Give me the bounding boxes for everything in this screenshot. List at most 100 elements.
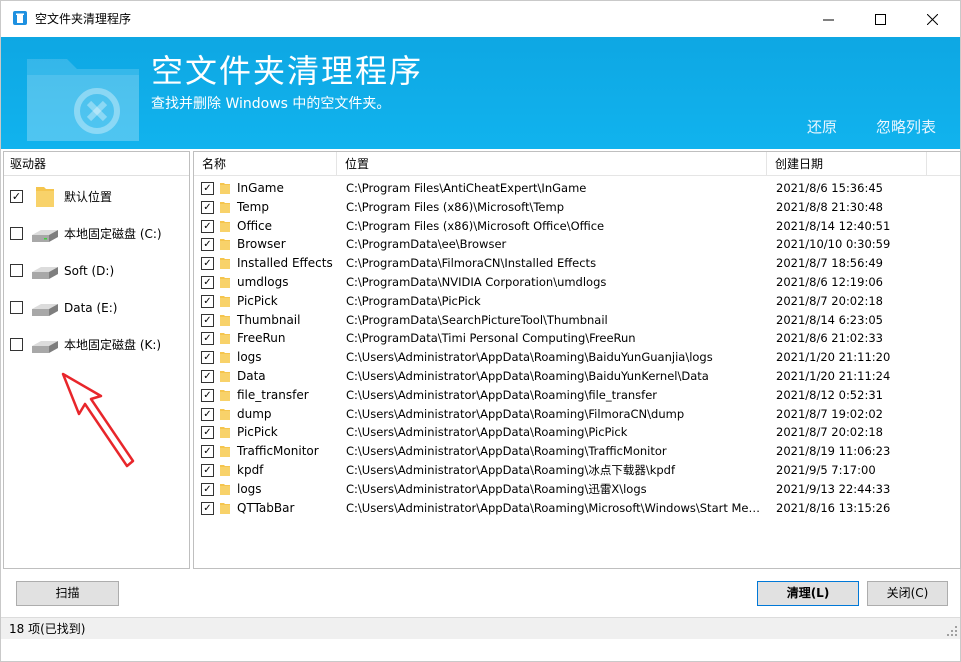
table-row[interactable]: ✓ Data C:\Users\Administrator\AppData\Roam… bbox=[194, 367, 960, 386]
row-path: C:\Program Files\AntiCheatExpert\InGame bbox=[346, 181, 587, 195]
table-row[interactable]: ✓ Installed Effects C:\ProgramData\Filmora… bbox=[194, 254, 960, 273]
row-checkbox[interactable]: ✓ bbox=[201, 501, 214, 515]
column-header-date[interactable]: 创建日期 bbox=[767, 152, 927, 176]
table-row[interactable]: ✓ umdlogs C:\ProgramData\NVIDIA Corporatio… bbox=[194, 273, 960, 292]
clean-button[interactable]: 清理(L) bbox=[757, 581, 859, 606]
table-row[interactable]: ✓ Thumbnail C:\ProgramData\SearchPictureTo… bbox=[194, 311, 960, 330]
drive-label: 默认位置 bbox=[64, 190, 113, 204]
row-date: 2021/8/7 20:02:18 bbox=[776, 425, 883, 440]
row-date: 2021/8/12 0:52:31 bbox=[776, 387, 883, 402]
drive-checkbox[interactable]: ✓ bbox=[10, 190, 23, 203]
row-checkbox[interactable]: ✓ bbox=[201, 482, 214, 496]
row-checkbox[interactable]: ✓ bbox=[201, 370, 214, 383]
drive-item-e[interactable]: Data (E:) bbox=[4, 293, 189, 323]
drive-checkbox[interactable] bbox=[10, 227, 23, 240]
status-bar: 18 项(已找到) bbox=[1, 617, 960, 639]
table-row[interactable]: ✓ logs C:\Users\Administrator\AppData\Roam… bbox=[194, 348, 960, 367]
ignore-list-link[interactable]: 忽略列表 bbox=[876, 117, 936, 137]
table-row[interactable]: ✓ file_transfer C:\Users\Administrator\App… bbox=[194, 386, 960, 405]
drive-checkbox[interactable] bbox=[10, 301, 23, 314]
row-path: C:\ProgramData\SearchPictureTool\Thumbna… bbox=[346, 312, 608, 327]
column-header-name[interactable]: 名称 bbox=[194, 152, 337, 176]
folder-icon bbox=[220, 352, 230, 364]
table-row[interactable]: ✓ FreeRun C:\ProgramData\Timi Personal Com… bbox=[194, 329, 960, 348]
table-row[interactable]: ✓ Temp C:\Program Files (x86)\Microsoft\Te… bbox=[194, 198, 960, 217]
minimize-button[interactable] bbox=[805, 1, 851, 37]
drive-icon bbox=[32, 267, 58, 279]
folder-icon bbox=[220, 408, 230, 420]
row-path: C:\ProgramData\FilmoraCN\Installed Effec… bbox=[346, 256, 597, 271]
row-checkbox[interactable]: ✓ bbox=[201, 388, 214, 402]
row-name: PicPick bbox=[237, 293, 278, 308]
row-checkbox[interactable]: ✓ bbox=[201, 182, 214, 195]
table-row[interactable]: ✓ QTTabBar C:\Users\Administrator\AppData\… bbox=[194, 499, 960, 518]
row-name: Browser bbox=[237, 237, 286, 252]
row-date: 2021/9/5 7:17:00 bbox=[776, 463, 876, 477]
close-window-button[interactable] bbox=[909, 1, 955, 37]
row-checkbox[interactable]: ✓ bbox=[201, 200, 214, 214]
drive-item-default[interactable]: ✓ 默认位置 bbox=[4, 182, 189, 212]
column-header-path[interactable]: 位置 bbox=[337, 152, 767, 176]
empty-folder-delete-icon bbox=[27, 59, 139, 141]
row-date: 2021/8/6 12:19:06 bbox=[776, 275, 883, 289]
maximize-button[interactable] bbox=[857, 1, 903, 37]
row-checkbox[interactable]: ✓ bbox=[201, 257, 214, 271]
row-date: 2021/8/6 21:02:33 bbox=[776, 331, 883, 346]
row-path: C:\Users\Administrator\AppData\Roaming\迅… bbox=[346, 481, 647, 496]
restore-link[interactable]: 还原 bbox=[807, 117, 837, 137]
row-path: C:\Users\Administrator\AppData\Roaming\F… bbox=[346, 406, 685, 421]
size-grip-icon[interactable] bbox=[946, 625, 958, 637]
row-path: C:\Program Files (x86)\Microsoft Office\… bbox=[346, 218, 605, 233]
table-row[interactable]: ✓ PicPick C:\Users\Administrator\AppData\R… bbox=[194, 423, 960, 442]
folder-icon bbox=[220, 258, 230, 270]
folder-icon bbox=[220, 446, 230, 458]
row-path: C:\Users\Administrator\AppData\Roaming\B… bbox=[346, 369, 709, 383]
row-checkbox[interactable]: ✓ bbox=[201, 276, 214, 289]
row-checkbox[interactable]: ✓ bbox=[201, 313, 214, 327]
row-name: kpdf bbox=[237, 463, 264, 477]
folder-icon bbox=[220, 465, 230, 476]
close-button[interactable]: 关闭(C) bbox=[867, 581, 948, 606]
row-path: C:\Users\Administrator\AppData\Roaming\f… bbox=[346, 387, 658, 402]
table-row[interactable]: ✓ logs C:\Users\Administrator\AppData\Roam… bbox=[194, 480, 960, 499]
drive-checkbox[interactable] bbox=[10, 264, 23, 277]
row-checkbox[interactable]: ✓ bbox=[201, 426, 214, 440]
folder-icon bbox=[220, 277, 230, 288]
list-header: 名称 位置 创建日期 bbox=[194, 152, 960, 176]
row-name: Installed Effects bbox=[237, 256, 333, 271]
row-checkbox[interactable]: ✓ bbox=[201, 445, 214, 459]
table-row[interactable]: ✓ TrafficMonitor C:\Users\Administrator\Ap… bbox=[194, 442, 960, 461]
row-checkbox[interactable]: ✓ bbox=[201, 332, 214, 346]
row-path: C:\Users\Administrator\AppData\Roaming\B… bbox=[346, 350, 713, 365]
table-row[interactable]: ✓ dump C:\Users\Administrator\AppData\Roam… bbox=[194, 405, 960, 424]
row-name: Thumbnail bbox=[237, 312, 301, 327]
table-row[interactable]: ✓ Office C:\Program Files (x86)\Microsoft … bbox=[194, 217, 960, 236]
row-checkbox[interactable]: ✓ bbox=[201, 238, 214, 252]
title-bar: 空文件夹清理程序 bbox=[1, 1, 960, 37]
row-checkbox[interactable]: ✓ bbox=[201, 464, 214, 477]
row-date: 2021/8/7 19:02:02 bbox=[776, 406, 883, 421]
row-checkbox[interactable]: ✓ bbox=[201, 351, 214, 365]
drive-checkbox[interactable] bbox=[10, 338, 23, 351]
scan-button[interactable]: 扫描 bbox=[16, 581, 119, 606]
table-row[interactable]: ✓ InGame C:\Program Files\AntiCheatExpert\… bbox=[194, 179, 960, 198]
row-checkbox[interactable]: ✓ bbox=[201, 294, 214, 308]
row-path: C:\ProgramData\ee\Browser bbox=[346, 237, 507, 252]
drive-item-c[interactable]: 本地固定磁盘 (C:) bbox=[4, 219, 189, 249]
drive-icon bbox=[32, 230, 58, 242]
drive-label: 本地固定磁盘 (C:) bbox=[64, 227, 162, 241]
table-row[interactable]: ✓ kpdf C:\Users\Administrator\AppData\Roam… bbox=[194, 461, 960, 480]
drive-item-k[interactable]: 本地固定磁盘 (K:) bbox=[4, 330, 189, 360]
row-path: C:\Users\Administrator\AppData\Roaming\M… bbox=[346, 500, 764, 515]
banner-title: 空文件夹清理程序 bbox=[151, 52, 424, 90]
row-path: C:\Users\Administrator\AppData\Roaming\T… bbox=[346, 444, 667, 459]
drive-icon bbox=[32, 304, 58, 316]
table-row[interactable]: ✓ Browser C:\ProgramData\ee\Browser 2021/10… bbox=[194, 235, 960, 254]
status-text: 18 项(已找到) bbox=[9, 622, 86, 636]
folder-icon bbox=[220, 314, 230, 326]
row-checkbox[interactable]: ✓ bbox=[201, 407, 214, 421]
row-checkbox[interactable]: ✓ bbox=[201, 219, 214, 233]
table-row[interactable]: ✓ PicPick C:\ProgramData\PicPick 2021/8/7 2… bbox=[194, 292, 960, 311]
drive-label: Data (E:) bbox=[64, 301, 118, 315]
drive-item-d[interactable]: Soft (D:) bbox=[4, 256, 189, 286]
